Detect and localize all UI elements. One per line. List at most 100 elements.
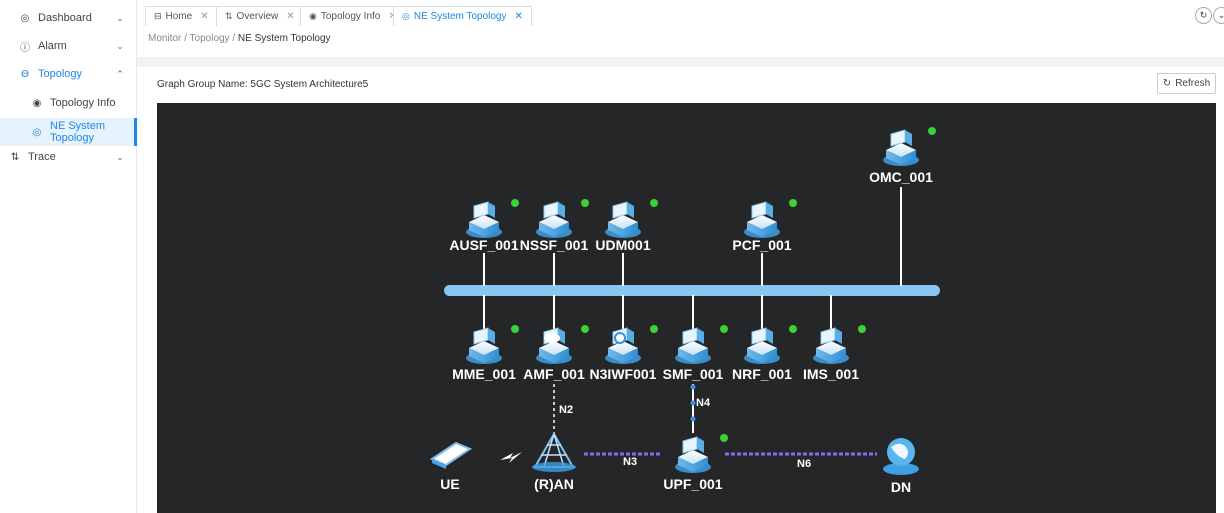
tab-topology-info[interactable]: ◉ Topology Info ✕ — [300, 6, 406, 26]
status-dot — [650, 325, 658, 333]
icon-panel-side — [558, 202, 565, 218]
breadcrumb-separator: / — [184, 33, 187, 44]
icon-panel — [543, 201, 559, 219]
status-dot — [789, 199, 797, 207]
node-label: MME_001 — [452, 366, 516, 382]
cloud-glyph — [544, 333, 560, 343]
chevron-up-icon: ⌃ — [116, 68, 124, 79]
tabs-menu-button[interactable]: ⌄ — [1213, 7, 1224, 24]
icon-panel-side — [766, 202, 773, 218]
eye-icon: ◎ — [402, 11, 410, 21]
refresh-button[interactable]: ↻ Refresh — [1157, 73, 1216, 94]
sidebar-item-topology-info[interactable]: ◉ Topology Info — [0, 89, 137, 117]
sidebar-item-label: NE System Topology — [50, 120, 106, 144]
link-label-n2: N2 — [559, 404, 573, 416]
device-icon — [429, 441, 473, 469]
node-label: UPF_001 — [663, 476, 722, 492]
tab-bar: ⊟ Home ✕ ⇅ Overview ✕ ◉ Topology Info ✕ … — [137, 0, 1224, 28]
icon-panel-side — [627, 328, 634, 344]
stack-server-icon — [536, 201, 572, 238]
disk-server-icon — [605, 327, 641, 364]
topology-graph: N2 N4 N3 N6 OMC_001 AUSF_001 NSSF_001 UDM001 PCF… — [429, 127, 940, 495]
tab-ne-system-topology[interactable]: ◎ NE System Topology ✕ — [393, 6, 532, 26]
chevron-down-icon: ⌄ — [1217, 10, 1224, 20]
link-label-n3: N3 — [623, 456, 637, 468]
info-icon: ⓘ — [20, 42, 30, 54]
tab-label: NE System Topology — [413, 11, 507, 22]
node-label: NSSF_001 — [520, 237, 589, 253]
node-label: OMC_001 — [869, 169, 933, 185]
icon-panel-side — [697, 437, 704, 453]
breadcrumb: Monitor / Topology / NE System Topology — [148, 33, 331, 44]
icon-panel-side — [835, 328, 842, 344]
topology-canvas[interactable]: N2 N4 N3 N6 OMC_001 AUSF_001 NSSF_001 UDM001 PCF… — [157, 103, 1216, 513]
sidebar-item-ne-system-topology[interactable]: ◎ NE System Topology — [0, 118, 137, 146]
tower-base — [532, 462, 576, 472]
target-icon: ◉ — [309, 11, 317, 21]
sidebar-item-trace[interactable]: ⇅ Trace ⌄ — [0, 143, 137, 171]
sidebar: ◎ Dashboard ⌄ ⓘ Alarm ⌄ ϴ Topology ⌃ ◉ T… — [0, 0, 137, 513]
close-icon[interactable]: ✕ — [200, 11, 208, 22]
icon-panel-side — [488, 202, 495, 218]
icon-panel — [751, 201, 767, 219]
home-icon: ⊟ — [154, 11, 162, 21]
node-label: AMF_001 — [523, 366, 585, 382]
n4-link-marker — [690, 384, 696, 390]
security-server-icon — [466, 201, 502, 238]
sidebar-item-label: Topology — [38, 68, 83, 80]
status-dot — [789, 325, 797, 333]
mme-server-icon — [466, 327, 502, 364]
tab-label: Overview — [236, 11, 279, 22]
tab-label: Topology Info — [320, 11, 381, 22]
close-icon[interactable]: ✕ — [286, 11, 294, 22]
tab-home[interactable]: ⊟ Home ✕ — [145, 6, 218, 26]
status-dot — [511, 199, 519, 207]
sidebar-item-alarm[interactable]: ⓘ Alarm ⌄ — [0, 32, 137, 60]
icon-panel-side — [627, 202, 634, 218]
sidebar-item-dashboard[interactable]: ◎ Dashboard ⌄ — [0, 4, 137, 32]
repository-icon — [744, 327, 780, 364]
node-label: NRF_001 — [732, 366, 792, 382]
icon-panel — [890, 129, 906, 147]
status-dot — [858, 325, 866, 333]
node-label: IMS_001 — [803, 366, 859, 382]
icon-panel — [682, 436, 698, 454]
reload-tabs-button[interactable]: ↻ — [1195, 7, 1212, 24]
server-rack-icon — [883, 129, 919, 166]
icon-panel — [612, 201, 628, 219]
close-icon[interactable]: ✕ — [515, 11, 523, 22]
topology-icon: ϴ — [21, 68, 29, 80]
icon-panel — [820, 327, 836, 345]
globe-icon — [883, 438, 919, 475]
sidebar-item-topology[interactable]: ϴ Topology ⌃ — [0, 60, 137, 88]
icon-panel — [751, 327, 767, 345]
trace-icon: ⇅ — [10, 151, 20, 163]
breadcrumb-separator: / — [232, 33, 236, 44]
tab-label: Home — [165, 11, 193, 22]
breadcrumb-item[interactable]: Monitor — [148, 33, 181, 44]
disk-glyph — [614, 332, 626, 344]
link-label-n6: N6 — [797, 458, 811, 470]
target-icon: ◉ — [32, 97, 42, 109]
tab-overview[interactable]: ⇅ Overview ✕ — [216, 6, 304, 26]
sidebar-item-label: Topology Info — [50, 97, 116, 109]
cloud-server-icon — [536, 327, 572, 364]
chevron-down-icon: ⌄ — [116, 151, 124, 162]
graph-group-caption: Graph Group Name: — [157, 79, 248, 90]
status-dot — [720, 325, 728, 333]
status-dot — [581, 325, 589, 333]
sidebar-item-label: Trace — [28, 151, 56, 163]
chevron-down-icon: ⌄ — [116, 12, 124, 23]
trace-icon: ⇅ — [225, 11, 233, 21]
database-server-icon — [605, 201, 641, 238]
chevron-down-icon: ⌄ — [116, 40, 124, 51]
node-label: N3IWF001 — [590, 366, 657, 382]
policy-server-icon — [744, 201, 780, 238]
sidebar-item-label: Dashboard — [38, 12, 92, 24]
ims-server-icon — [813, 327, 849, 364]
breadcrumb-item[interactable]: Topology — [190, 33, 230, 44]
graph-group-label: Graph Group Name: 5GC System Architectur… — [157, 79, 368, 90]
refresh-icon: ↻ — [1162, 78, 1172, 89]
reload-icon: ↻ — [1199, 10, 1208, 20]
eye-icon: ◎ — [20, 12, 30, 24]
